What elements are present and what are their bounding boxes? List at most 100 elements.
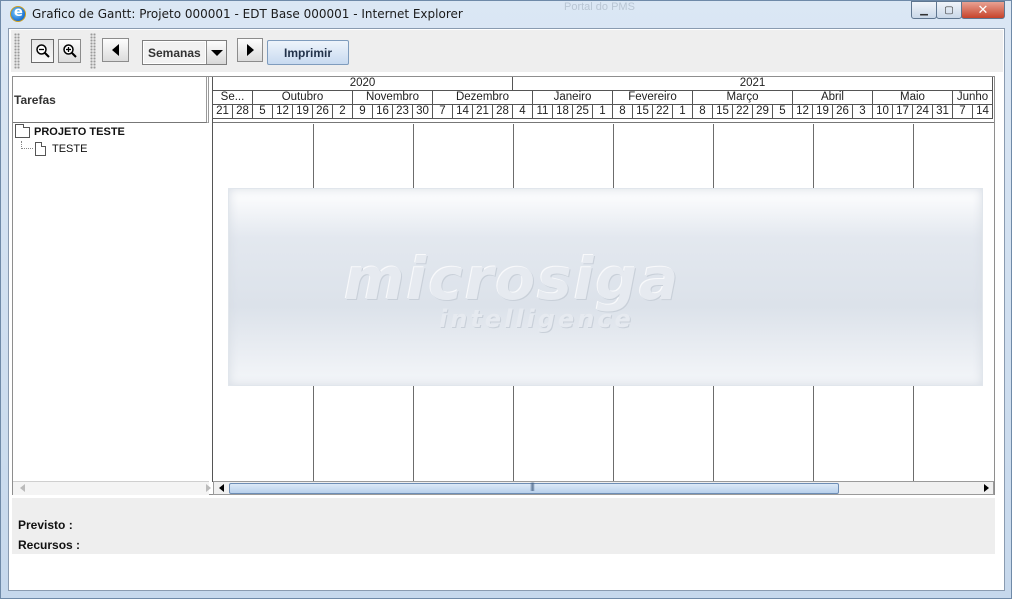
zoom-in-icon xyxy=(62,44,77,58)
arrow-left-icon xyxy=(19,484,25,492)
tasks-horizontal-scrollbar[interactable] xyxy=(13,481,211,495)
week-header: 19 xyxy=(813,105,833,119)
week-header: 12 xyxy=(273,105,293,119)
week-header: 8 xyxy=(693,105,713,119)
week-header: 11 xyxy=(533,105,553,119)
close-button[interactable]: ✕ xyxy=(961,1,1005,19)
tree-connector xyxy=(21,141,33,149)
week-header: 26 xyxy=(313,105,333,119)
month-header: Dezembro xyxy=(433,91,533,105)
month-header: Maio xyxy=(873,91,953,105)
next-period-button[interactable] xyxy=(237,38,263,62)
gantt-application: Semanas Imprimir Tarefas 2020 2021 Se... O… xyxy=(8,28,1005,591)
week-header: 21 xyxy=(213,105,233,119)
microsiga-watermark: microsiga intelligence xyxy=(228,188,983,386)
time-scale-select[interactable]: Semanas xyxy=(142,40,227,65)
month-header: Junho xyxy=(953,91,993,105)
year-header: 2021 xyxy=(513,77,993,91)
gantt-chart: Tarefas 2020 2021 Se... Outubro Novembro Dez… xyxy=(12,76,995,495)
week-header: 1 xyxy=(593,105,613,119)
week-header: 16 xyxy=(373,105,393,119)
watermark-brand: microsiga xyxy=(344,245,681,313)
browser-window: Grafico de Gantt: Projeto 000001 - EDT B… xyxy=(0,0,1012,599)
zoom-out-button[interactable] xyxy=(31,39,54,63)
scroll-right-button[interactable] xyxy=(979,482,993,494)
month-header: Março xyxy=(693,91,793,105)
year-header: 2020 xyxy=(213,77,513,91)
toolbar-grip[interactable] xyxy=(14,33,20,69)
weeks-row: 21 28 5 12 19 26 2 9 16 23 30 7 14 21 28 4 11 18 25 1 8 15 22 1… xyxy=(213,105,994,119)
week-header: 2 xyxy=(333,105,353,119)
minimize-button[interactable]: ▁ xyxy=(911,1,937,19)
window-title: Grafico de Gantt: Projeto 000001 - EDT B… xyxy=(32,7,463,21)
task-label: TESTE xyxy=(52,143,88,155)
window-controls: ▁ ▢ ✕ xyxy=(911,1,1005,19)
week-header: 9 xyxy=(353,105,373,119)
tree-item-task[interactable]: TESTE xyxy=(21,141,88,156)
minimize-icon: ▁ xyxy=(920,4,928,16)
week-header: 1 xyxy=(673,105,693,119)
week-header: 28 xyxy=(233,105,253,119)
zoom-in-button[interactable] xyxy=(58,39,81,63)
week-header: 8 xyxy=(613,105,633,119)
document-icon xyxy=(35,142,46,156)
week-header: 24 xyxy=(913,105,933,119)
timeline-header: 2020 2021 Se... Outubro Novembro Dezembro Jan… xyxy=(213,77,994,123)
week-header: 7 xyxy=(953,105,973,119)
background-window-title: Portal do PMS xyxy=(564,1,635,13)
time-scale-value: Semanas xyxy=(143,41,206,64)
maximize-button[interactable]: ▢ xyxy=(936,1,962,19)
week-header: 21 xyxy=(473,105,493,119)
previous-period-button[interactable] xyxy=(102,38,129,62)
title-bar: Grafico de Gantt: Projeto 000001 - EDT B… xyxy=(1,1,1011,27)
chevron-down-icon xyxy=(210,49,223,56)
folder-icon xyxy=(15,123,30,138)
week-header: 29 xyxy=(753,105,773,119)
dropdown-arrow-button[interactable] xyxy=(206,41,226,64)
scrollbar-thumb[interactable] xyxy=(229,481,839,494)
maximize-icon: ▢ xyxy=(944,4,954,16)
month-header: Novembro xyxy=(353,91,433,105)
arrow-left-icon xyxy=(112,44,119,56)
arrow-left-icon xyxy=(218,484,224,492)
month-header: Se... xyxy=(213,91,253,105)
tasks-column-header: Tarefas xyxy=(13,77,209,123)
gantt-toolbar: Semanas Imprimir xyxy=(11,30,1003,72)
print-button[interactable]: Imprimir xyxy=(267,40,349,65)
project-label: PROJETO TESTE xyxy=(34,126,125,138)
month-header: Fevereiro xyxy=(613,91,693,105)
watermark-sub: intelligence xyxy=(439,305,634,333)
chart-horizontal-scrollbar[interactable] xyxy=(213,481,994,495)
week-header: 19 xyxy=(293,105,313,119)
week-header: 26 xyxy=(833,105,853,119)
scroll-left-button[interactable] xyxy=(15,482,29,494)
week-header: 4 xyxy=(513,105,533,119)
week-header: 22 xyxy=(733,105,753,119)
week-header: 12 xyxy=(793,105,813,119)
week-header: 14 xyxy=(453,105,473,119)
month-header: Janeiro xyxy=(533,91,613,105)
years-row: 2020 2021 xyxy=(213,77,994,91)
scroll-left-button[interactable] xyxy=(214,482,228,494)
week-header: 22 xyxy=(653,105,673,119)
week-header: 15 xyxy=(633,105,653,119)
week-header: 5 xyxy=(773,105,793,119)
week-header: 14 xyxy=(973,105,993,119)
gantt-chart-body[interactable]: microsiga intelligence xyxy=(213,124,994,481)
arrow-right-icon xyxy=(983,484,989,492)
week-header: 30 xyxy=(413,105,433,119)
week-header: 10 xyxy=(873,105,893,119)
week-header: 28 xyxy=(493,105,513,119)
week-header: 31 xyxy=(933,105,953,119)
recursos-label: Recursos : xyxy=(18,538,81,552)
week-header: 7 xyxy=(433,105,453,119)
zoom-out-icon xyxy=(35,44,50,58)
toolbar-grip-2[interactable] xyxy=(90,33,96,69)
tree-item-project[interactable]: PROJETO TESTE xyxy=(15,123,125,138)
week-header: 25 xyxy=(573,105,593,119)
internet-explorer-icon xyxy=(10,5,26,22)
week-header: 23 xyxy=(393,105,413,119)
week-header: 18 xyxy=(553,105,573,119)
month-header: Outubro xyxy=(253,91,353,105)
week-header: 17 xyxy=(893,105,913,119)
